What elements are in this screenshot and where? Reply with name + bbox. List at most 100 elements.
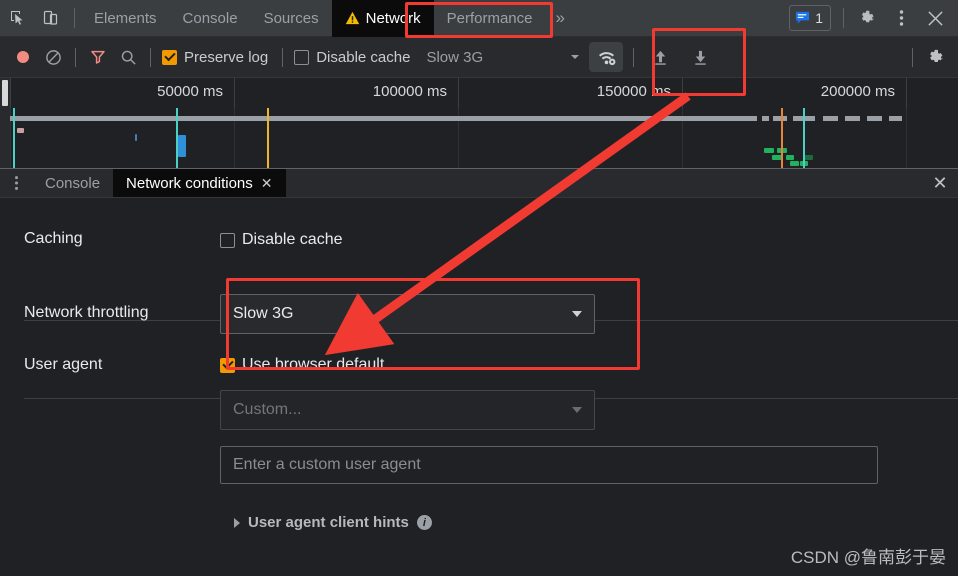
overview-band-segment [845, 116, 860, 121]
overview-tick [458, 78, 459, 108]
tab-elements-label: Elements [94, 9, 157, 27]
record-circle-icon[interactable] [8, 42, 38, 72]
drawer-tab-console-label: Console [45, 174, 101, 192]
chevron-down-icon [572, 407, 582, 413]
overview-scrollbar-thumb[interactable] [2, 80, 8, 106]
network-throttling-label: Network throttling [24, 304, 149, 321]
caching-row: Caching Disable cache [0, 198, 958, 249]
overview-request-band [10, 116, 950, 121]
close-icon[interactable] [918, 1, 952, 35]
toolbar-divider-d [633, 47, 635, 67]
tab-network[interactable]: Network [331, 0, 434, 37]
overview-event-line [267, 108, 269, 168]
disable-cache-label: Disable cache [316, 48, 411, 66]
network-settings-gear-icon[interactable] [920, 42, 950, 72]
devtools-window: Elements Console Sources Network Perform… [0, 0, 958, 576]
topbar-divider-2 [843, 8, 844, 28]
overview-tick [234, 78, 235, 108]
info-icon[interactable]: i [416, 515, 432, 530]
overview-band-segment [867, 116, 882, 121]
export-har-down-arrow-icon[interactable] [685, 42, 715, 72]
user-agent-label: User agent [24, 356, 103, 373]
overview-scrollbar[interactable] [0, 78, 10, 168]
console-message-badge[interactable]: 1 [789, 5, 831, 31]
overview-tick-label: 150000 ms [596, 83, 671, 100]
drawer-tab-network-conditions[interactable]: Network conditions ✕ [113, 169, 286, 197]
toolbar-divider [74, 8, 75, 28]
overview-event-line [781, 108, 783, 168]
network-overview-timeline[interactable]: 50000 ms 100000 ms 150000 ms 200000 ms [0, 78, 958, 168]
network-conditions-wifi-gear-icon[interactable] [589, 42, 624, 72]
watermark: CSDN @鲁南彭于晏 [790, 548, 946, 567]
drawer-disable-cache-label: Disable cache [242, 231, 343, 248]
network-throttling-select-value: Slow 3G [233, 305, 294, 322]
preserve-log-checkbox-box [162, 49, 177, 65]
disable-cache-checkbox[interactable]: Disable cache [294, 49, 410, 66]
chevron-down-icon [571, 55, 580, 59]
user-agent-preset-select[interactable]: Custom... [220, 390, 595, 430]
drawer-tab-network-conditions-label: Network conditions [126, 174, 253, 192]
gear-icon[interactable] [850, 1, 884, 35]
device-toolbar-icon[interactable] [34, 1, 68, 35]
tab-elements[interactable]: Elements [81, 0, 170, 37]
drawer-more-icon[interactable] [0, 169, 32, 197]
drawer-disable-cache-checkbox-box [220, 232, 235, 248]
caching-label: Caching [24, 230, 83, 247]
disable-cache-checkbox-box [294, 49, 310, 65]
toolbar-divider-e [912, 47, 913, 67]
tab-performance-label: Performance [446, 9, 533, 27]
more-tabs-chevron-icon[interactable]: » [546, 8, 575, 28]
chevron-down-icon [572, 311, 582, 317]
network-conditions-panel: Caching Disable cache Network throttling… [0, 198, 958, 576]
user-agent-client-hints-label: User agent client hints [248, 514, 409, 531]
clear-circle-slash-icon[interactable] [38, 42, 68, 72]
tab-performance[interactable]: Performance [434, 0, 546, 37]
user-agent-client-hints-toggle[interactable]: User agent client hints i [234, 514, 878, 531]
toolbar-divider-a [75, 47, 76, 67]
overview-request-bar [178, 135, 186, 157]
overview-band-segment [773, 116, 787, 121]
drawer-disable-cache-checkbox[interactable]: Disable cache [220, 231, 343, 249]
network-throttling-select[interactable]: Slow 3G [220, 294, 595, 334]
overview-tick-label: 100000 ms [372, 83, 447, 100]
toolbar-divider-b [150, 47, 151, 67]
kebab-menu-icon[interactable] [884, 1, 918, 35]
use-browser-default-label: Use browser default [242, 356, 385, 373]
console-message-count: 1 [815, 10, 823, 26]
tab-console-label: Console [182, 9, 238, 27]
overview-tick [682, 78, 683, 108]
network-throttling-row: Network throttling Slow 3G [0, 249, 958, 334]
overview-tick-label: 200000 ms [820, 83, 895, 100]
overview-band-segment [762, 116, 769, 121]
overview-event-line [176, 108, 178, 168]
drawer-tab-close-icon[interactable]: ✕ [261, 175, 273, 192]
tab-console[interactable]: Console [170, 0, 251, 37]
drawer-close-icon[interactable]: ✕ [922, 169, 958, 197]
overview-request-bar [764, 148, 774, 153]
warning-triangle-icon [345, 11, 360, 25]
console-message-icon [795, 11, 810, 25]
use-browser-default-checkbox[interactable]: Use browser default [220, 356, 878, 374]
throttling-dropdown[interactable]: Slow 3G [410, 49, 580, 66]
preserve-log-checkbox[interactable]: Preserve log [162, 49, 268, 66]
overview-band-segment [823, 116, 838, 121]
overview-request-bar [17, 128, 24, 133]
drawer-tabbar: Console Network conditions ✕ ✕ [0, 169, 958, 198]
overview-tick-label: 50000 ms [157, 83, 223, 100]
custom-user-agent-input[interactable]: Enter a custom user agent [220, 446, 878, 484]
user-agent-controls: Use browser default Custom... Enter a cu… [220, 356, 878, 531]
overview-tick [906, 78, 907, 108]
filter-funnel-icon[interactable] [83, 42, 113, 72]
user-agent-row: User agent Use browser default Custom...… [0, 334, 958, 531]
overview-request-bar [786, 155, 794, 160]
search-icon[interactable] [113, 42, 143, 72]
drawer-tab-console[interactable]: Console [32, 169, 113, 197]
overview-request-bar [135, 134, 137, 141]
devtools-drawer: Console Network conditions ✕ ✕ Caching D… [0, 168, 958, 576]
tab-network-label: Network [365, 9, 421, 27]
inspect-cursor-icon[interactable] [0, 1, 34, 35]
tab-sources[interactable]: Sources [251, 0, 332, 37]
overview-tick [10, 78, 11, 108]
preserve-log-label: Preserve log [184, 48, 269, 66]
import-har-up-arrow-icon[interactable] [645, 42, 675, 72]
